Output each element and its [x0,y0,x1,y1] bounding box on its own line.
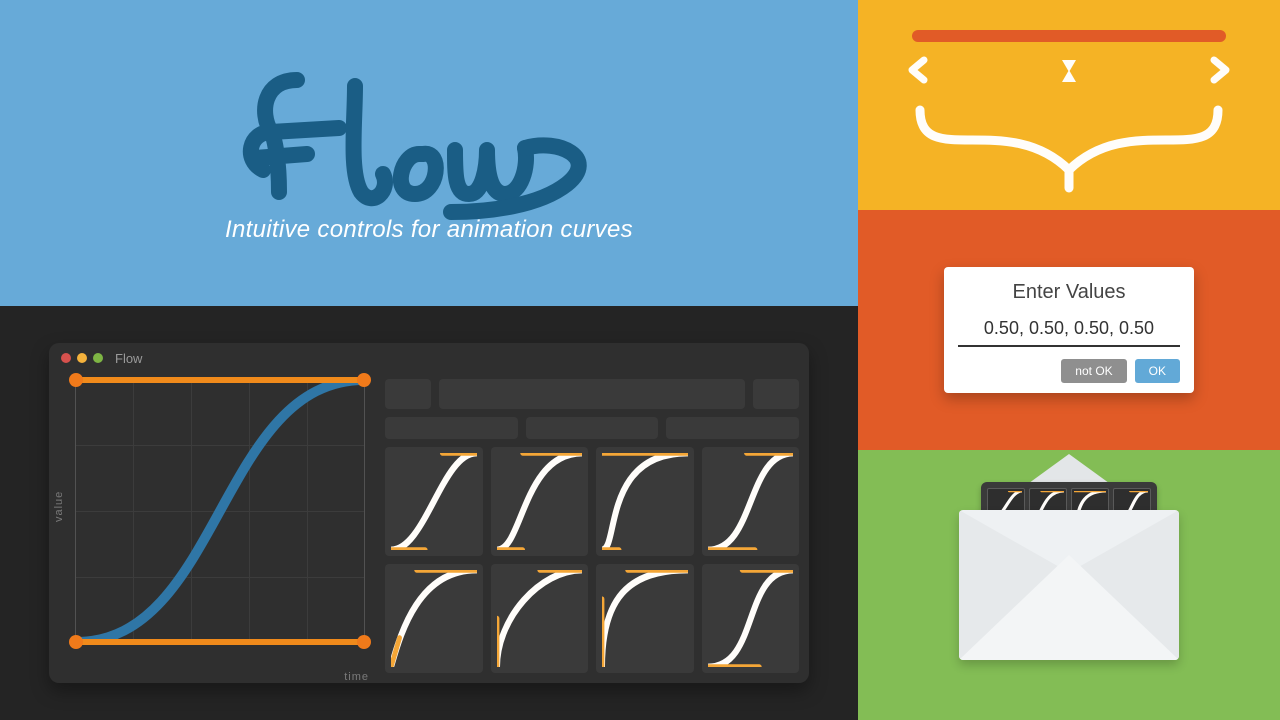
zoom-icon[interactable] [93,353,103,363]
handle-rail-top[interactable] [76,377,364,383]
dialog-panel: Enter Values not OK OK [858,210,1280,450]
selection-panel [858,0,1280,210]
handle-start-point[interactable] [69,635,83,649]
workspace-panel: Flow value time [0,306,858,720]
envelope-icon [959,510,1179,660]
titlebar[interactable]: Flow [49,343,809,373]
handle-rail-bottom[interactable] [76,639,364,645]
window-traffic-lights [61,353,103,363]
library-subtab-2[interactable] [526,417,659,439]
values-input[interactable] [958,314,1180,347]
hero-tagline: Intuitive controls for animation curves [225,216,633,244]
app-window: Flow value time [49,343,809,683]
chevron-right-icon[interactable] [1214,60,1226,80]
graph-editor[interactable]: value time [49,373,379,683]
preset-tile-5[interactable] [385,564,483,673]
dialog-title: Enter Values [958,281,1180,304]
library-tab-main[interactable] [439,379,745,409]
minimize-icon[interactable] [77,353,87,363]
brace-icon [920,110,1218,170]
preset-tile-3[interactable] [596,447,694,556]
preset-tile-7[interactable] [596,564,694,673]
library-button-right[interactable] [753,379,799,409]
enter-values-dialog: Enter Values not OK OK [944,267,1194,393]
handle-end-point[interactable] [357,373,371,387]
handle-out-end[interactable] [69,373,83,387]
close-icon[interactable] [61,353,71,363]
preset-grid [385,447,799,673]
library-subtab-1[interactable] [385,417,518,439]
preset-tile-1[interactable] [385,447,483,556]
cancel-button[interactable]: not OK [1061,359,1126,383]
chevron-left-icon[interactable] [912,60,924,80]
bezier-curve [76,380,364,642]
window-title: Flow [115,351,142,366]
playhead-icon[interactable] [1062,60,1076,82]
preset-tile-8[interactable] [702,564,800,673]
hero-panel: Intuitive controls for animation curves [0,0,858,306]
library-button-left[interactable] [385,379,431,409]
axis-y-label: value [53,491,65,522]
preset-library [379,373,809,683]
graph-grid[interactable] [75,379,365,643]
preset-tile-6[interactable] [491,564,589,673]
library-subtab-3[interactable] [666,417,799,439]
axis-x-label: time [344,671,369,683]
preset-tile-4[interactable] [702,447,800,556]
share-panel [858,450,1280,720]
handle-in-start[interactable] [357,635,371,649]
preset-tile-2[interactable] [491,447,589,556]
flow-logo [219,62,639,222]
ok-button[interactable]: OK [1135,359,1180,383]
